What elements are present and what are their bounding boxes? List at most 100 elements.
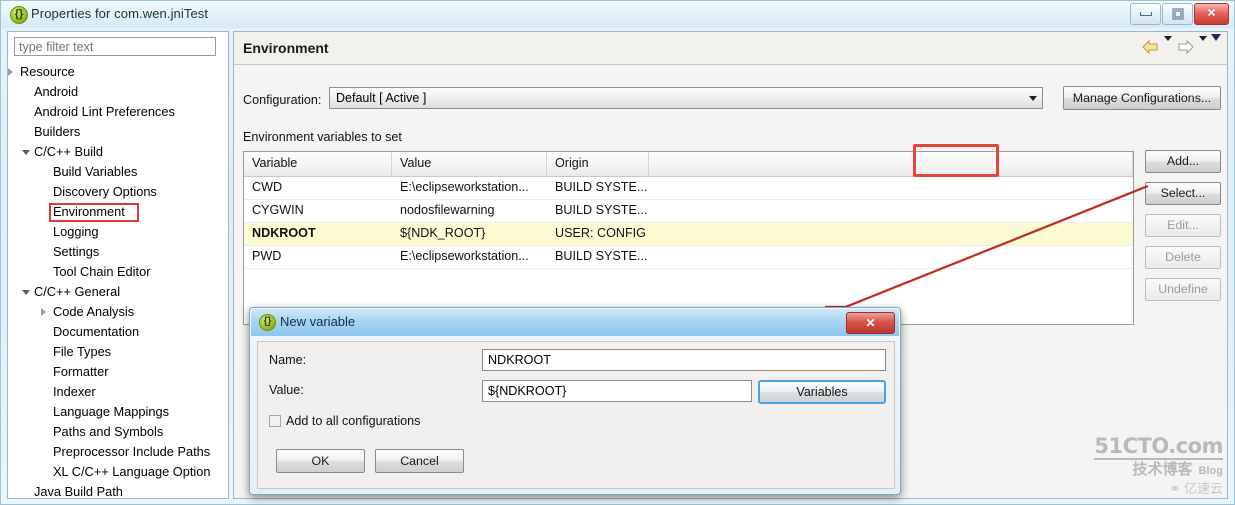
- chevron-right-icon[interactable]: [41, 308, 46, 316]
- settings-tree-panel: Resource Android Android Lint Preferences B…: [7, 31, 229, 499]
- add-to-all-configurations-label: Add to all configurations: [286, 414, 421, 428]
- sidebar-item-build-variables[interactable]: Build Variables: [8, 162, 228, 182]
- dialog-titlebar: {} New variable ✕: [251, 309, 899, 336]
- sidebar-item-label: Paths and Symbols: [53, 424, 164, 439]
- table-row[interactable]: CYGWIN nodosfilewarning BUILD SYSTE...: [244, 200, 1133, 223]
- window-titlebar: {} Properties for com.wen.jniTest ✕: [1, 1, 1234, 28]
- table-body: CWD E:\eclipseworkstation... BUILD SYSTE..…: [244, 177, 1133, 269]
- environment-variables-table: Variable Value Origin CWD E:\eclipseworksta…: [243, 151, 1134, 325]
- value-input[interactable]: [482, 380, 752, 402]
- back-arrow-icon[interactable]: [1141, 39, 1160, 57]
- table-cell-extra: [649, 200, 1133, 222]
- forward-menu-chevron-icon[interactable]: [1199, 36, 1207, 55]
- sidebar-item-logging[interactable]: Logging: [8, 222, 228, 242]
- screenshot-root: {} Properties for com.wen.jniTest ✕ Reso…: [0, 0, 1235, 505]
- sidebar-item-label: Android Lint Preferences: [34, 104, 175, 119]
- sidebar-item-label: Resource: [20, 64, 75, 79]
- chevron-down-icon[interactable]: [22, 150, 30, 155]
- chevron-down-icon[interactable]: [22, 290, 30, 295]
- table-column-header[interactable]: [649, 152, 1133, 176]
- sidebar-item-label: Java Build Path: [34, 484, 123, 498]
- back-menu-chevron-icon[interactable]: [1164, 36, 1172, 55]
- sidebar-item-tool-chain-editor[interactable]: Tool Chain Editor: [8, 262, 228, 282]
- table-cell-value: E:\eclipseworkstation...: [400, 249, 529, 263]
- ok-button[interactable]: OK: [276, 449, 365, 473]
- sidebar-item-android[interactable]: Android: [8, 82, 228, 102]
- sidebar-item-indexer[interactable]: Indexer: [8, 382, 228, 402]
- undefine-button: Undefine: [1145, 278, 1221, 301]
- table-cell-variable: NDKROOT: [252, 226, 316, 240]
- view-menu-chevron-icon[interactable]: [1211, 34, 1221, 55]
- delete-button: Delete: [1145, 246, 1221, 269]
- sidebar-item-xl-c-c-language-option[interactable]: XL C/C++ Language Option: [8, 462, 228, 482]
- value-label: Value:: [269, 383, 304, 397]
- table-column-header[interactable]: Variable: [244, 152, 392, 176]
- sidebar-item-settings[interactable]: Settings: [8, 242, 228, 262]
- add-to-all-configurations-row[interactable]: Add to all configurations: [269, 414, 420, 428]
- table-row[interactable]: CWD E:\eclipseworkstation... BUILD SYSTE..…: [244, 177, 1133, 200]
- sidebar-item-code-analysis[interactable]: Code Analysis: [8, 302, 228, 322]
- table-cell-extra: [649, 246, 1133, 268]
- manage-configurations-button[interactable]: Manage Configurations...: [1063, 86, 1221, 110]
- sidebar-item-resource[interactable]: Resource: [8, 62, 228, 82]
- table-cell-origin: BUILD SYSTE...: [555, 203, 648, 217]
- chevron-right-icon[interactable]: [8, 68, 13, 76]
- table-cell-value: ${NDK_ROOT}: [400, 226, 486, 240]
- cancel-button[interactable]: Cancel: [375, 449, 464, 473]
- dialog-close-button[interactable]: ✕: [846, 312, 895, 334]
- sidebar-item-label: Discovery Options: [53, 184, 157, 199]
- sidebar-item-c-c-general[interactable]: C/C++ General: [8, 282, 228, 302]
- add-to-all-configurations-checkbox[interactable]: [269, 415, 281, 427]
- sidebar-item-language-mappings[interactable]: Language Mappings: [8, 402, 228, 422]
- sidebar-item-c-c-build[interactable]: C/C++ Build: [8, 142, 228, 162]
- sidebar-item-formatter[interactable]: Formatter: [8, 362, 228, 382]
- select-button[interactable]: Select...: [1145, 182, 1221, 205]
- sidebar-item-label: Logging: [53, 224, 99, 239]
- table-cell-origin: BUILD SYSTE...: [555, 249, 648, 263]
- sidebar-item-label: C/C++ Build: [34, 144, 103, 159]
- table-cell-value: nodosfilewarning: [400, 203, 495, 217]
- chevron-down-icon: [1029, 96, 1037, 101]
- table-cell-origin: BUILD SYSTE...: [555, 180, 648, 194]
- sidebar-item-label: Code Analysis: [53, 304, 135, 319]
- watermark-line-1: 51CTO.com: [1094, 434, 1223, 460]
- table-action-buttons: Add... Select... Edit... Delete Undefine: [1145, 150, 1221, 310]
- table-row[interactable]: PWD E:\eclipseworkstation... BUILD SYSTE..…: [244, 246, 1133, 269]
- sidebar-item-documentation[interactable]: Documentation: [8, 322, 228, 342]
- close-icon: ✕: [865, 316, 876, 330]
- add-button[interactable]: Add...: [1145, 150, 1221, 173]
- sidebar-item-preprocessor-include-paths[interactable]: Preprocessor Include Paths: [8, 442, 228, 462]
- sidebar-item-label: Formatter: [53, 364, 109, 379]
- sidebar-item-file-types[interactable]: File Types: [8, 342, 228, 362]
- minimize-button[interactable]: [1130, 3, 1161, 25]
- table-row[interactable]: NDKROOT ${NDK_ROOT} USER: CONFIG: [244, 223, 1133, 246]
- restore-button[interactable]: [1162, 3, 1193, 25]
- table-column-header[interactable]: Origin: [547, 152, 649, 176]
- new-variable-dialog: {} New variable ✕ Name: Value: Variables…: [249, 307, 901, 495]
- close-button[interactable]: ✕: [1194, 3, 1229, 25]
- window-title: Properties for com.wen.jniTest: [31, 6, 209, 21]
- table-header-row: Variable Value Origin: [244, 152, 1133, 177]
- configuration-label: Configuration:: [243, 93, 322, 107]
- sidebar-item-label: Tool Chain Editor: [53, 264, 151, 279]
- sidebar-item-java-build-path[interactable]: Java Build Path: [8, 482, 228, 498]
- sidebar-item-label: Preprocessor Include Paths: [53, 444, 211, 459]
- sidebar-item-builders[interactable]: Builders: [8, 122, 228, 142]
- configuration-select[interactable]: Default [ Active ]: [329, 87, 1043, 109]
- forward-arrow-icon[interactable]: [1176, 39, 1195, 57]
- filter-input[interactable]: [14, 37, 216, 56]
- watermark-line-2: 技术博客 Blog: [1132, 461, 1223, 478]
- eclipse-properties-icon: {}: [10, 6, 28, 24]
- name-input[interactable]: [482, 349, 886, 371]
- variables-button[interactable]: Variables: [758, 380, 886, 404]
- watermark: 51CTO.com 技术博客 Blog ⚭ 亿速云: [1094, 436, 1223, 497]
- sidebar-item-paths-and-symbols[interactable]: Paths and Symbols: [8, 422, 228, 442]
- sidebar-item-android-lint-preferences[interactable]: Android Lint Preferences: [8, 102, 228, 122]
- dialog-title: New variable: [280, 314, 356, 329]
- sidebar-item-label: Build Variables: [53, 164, 138, 179]
- window-controls: ✕: [1130, 3, 1229, 25]
- configuration-select-value: Default [ Active ]: [336, 91, 427, 105]
- settings-tree: Resource Android Android Lint Preferences B…: [8, 62, 228, 498]
- sidebar-item-discovery-options[interactable]: Discovery Options: [8, 182, 228, 202]
- table-column-header[interactable]: Value: [392, 152, 547, 176]
